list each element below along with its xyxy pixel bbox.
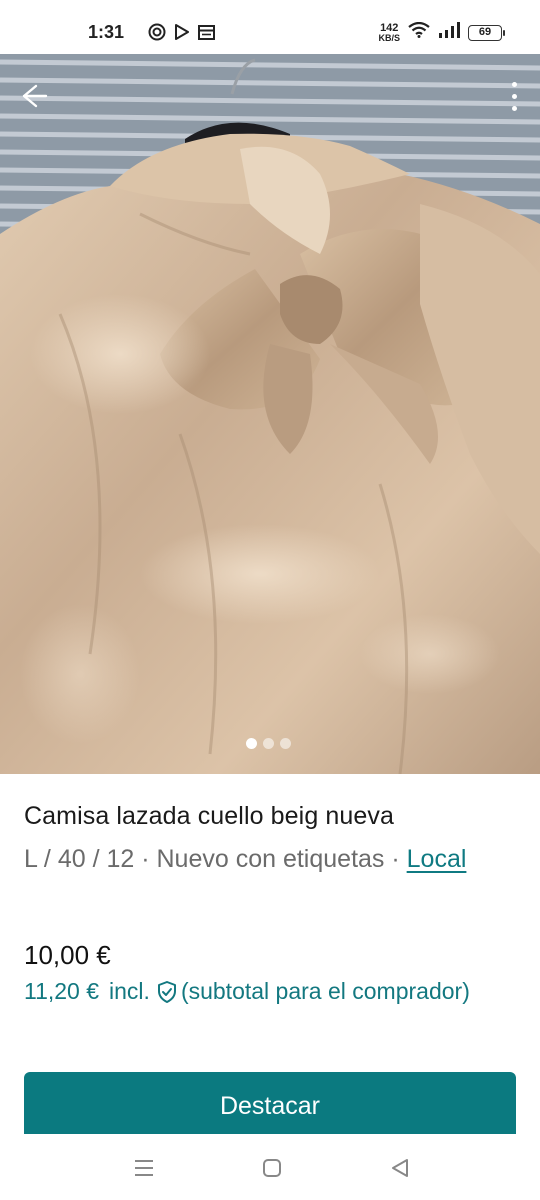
product-size-condition: L / 40 / 12 · Nuevo con etiquetas · xyxy=(24,845,400,873)
brand-link[interactable]: Local xyxy=(407,845,467,873)
arrow-left-icon xyxy=(22,84,48,108)
product-price: 10,00 € xyxy=(24,940,111,970)
network-speed-value: 142 xyxy=(380,21,399,34)
more-dot xyxy=(511,105,517,111)
home-button[interactable] xyxy=(258,1154,286,1182)
more-vertical-icon xyxy=(511,81,517,87)
notification-circle-icon xyxy=(148,23,166,46)
menu-icon xyxy=(135,1160,153,1176)
shield-check-icon xyxy=(156,980,178,1004)
carousel-dot-active[interactable] xyxy=(246,738,257,749)
status-system-icons: 142 KB/S 69 xyxy=(378,21,505,43)
buyer-price-incl: incl. xyxy=(109,978,150,1004)
buyer-price: 11,20 € xyxy=(24,978,100,1004)
status-time: 1:31 xyxy=(88,22,125,42)
buyer-price-row[interactable]: 11,20 € incl. (subtotal para el comprado… xyxy=(24,978,470,1005)
signal-icon xyxy=(438,22,460,43)
more-dot xyxy=(511,93,517,99)
product-image-carousel[interactable] xyxy=(0,54,540,774)
more-options-button[interactable] xyxy=(504,76,524,116)
home-square-icon xyxy=(263,1159,281,1177)
carousel-dot[interactable] xyxy=(280,738,291,749)
product-photo xyxy=(0,54,540,774)
system-nav-bar xyxy=(0,1134,540,1200)
back-triangle-icon xyxy=(392,1159,408,1177)
wifi-icon xyxy=(408,21,430,43)
buyer-price-note: (subtotal para el comprador) xyxy=(180,978,470,1004)
product-meta: L / 40 / 12 · Nuevo con etiquetas · Loca… xyxy=(24,840,514,878)
network-speed: 142 KB/S xyxy=(378,21,400,43)
recent-apps-button[interactable] xyxy=(130,1154,158,1182)
status-notification-icons xyxy=(148,23,215,46)
back-button[interactable] xyxy=(14,76,54,116)
product-title: Camisa lazada cuello beig nueva xyxy=(24,802,394,830)
network-speed-unit: KB/S xyxy=(378,32,400,43)
battery-indicator: 69 xyxy=(468,24,505,41)
carousel-indicator xyxy=(246,738,291,749)
news-icon xyxy=(198,24,215,45)
status-bar: 1:31 142 KB/S 69 xyxy=(0,0,540,54)
feature-button[interactable]: Destacar xyxy=(24,1072,516,1140)
carousel-dot[interactable] xyxy=(263,738,274,749)
play-store-icon xyxy=(174,24,190,45)
system-back-button[interactable] xyxy=(386,1154,414,1182)
